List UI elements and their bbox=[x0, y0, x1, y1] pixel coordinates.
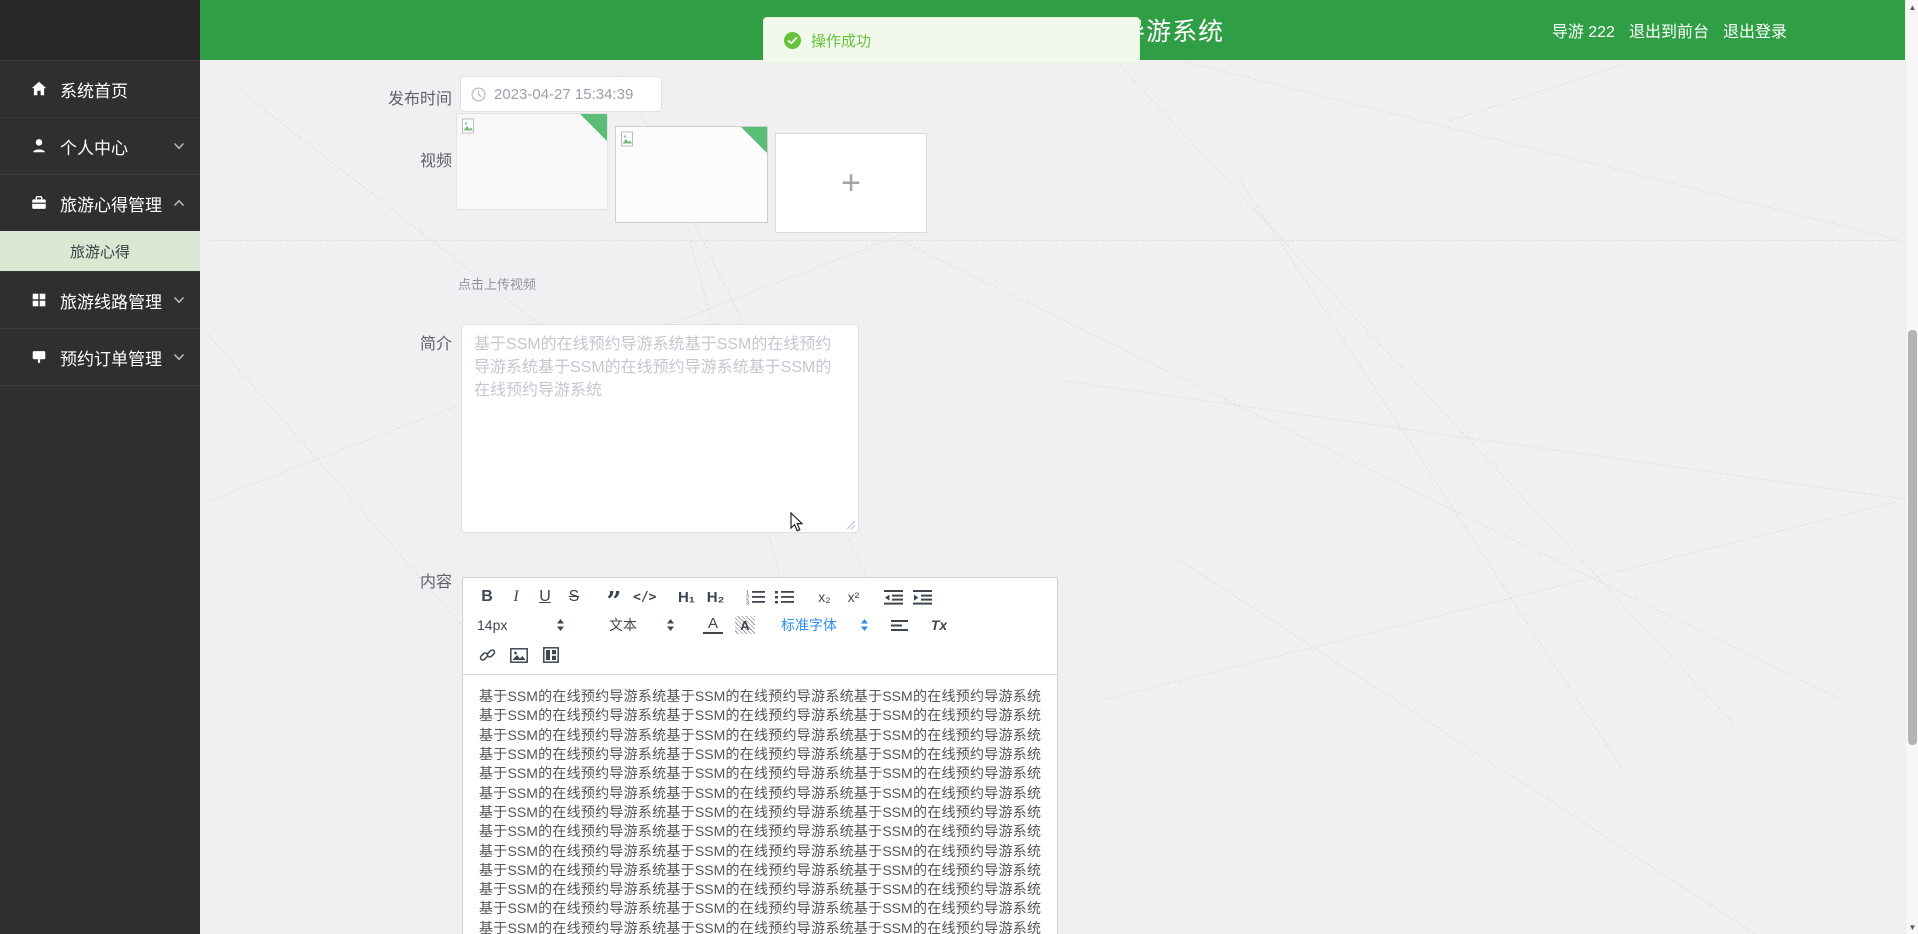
content-label: 内容 bbox=[419, 574, 452, 591]
briefcase-icon bbox=[32, 195, 46, 209]
intro-text: 基于SSM的在线预约导游系统基于SSM的在线预约导游系统基于SSM的在线预约导游… bbox=[474, 336, 832, 400]
sidebar-item-profile[interactable]: 个人中心 bbox=[0, 117, 200, 174]
video-upload-button[interactable]: + bbox=[775, 133, 927, 233]
sidebar-item-orders-manage[interactable]: 预约订单管理 bbox=[0, 328, 200, 385]
subscript-button[interactable]: x₂ bbox=[814, 586, 834, 608]
updown-arrow-icon bbox=[861, 619, 868, 631]
sidebar-item-home[interactable]: 系统首页 bbox=[0, 60, 200, 117]
strikethrough-button[interactable]: S bbox=[564, 586, 584, 608]
broken-image-icon bbox=[621, 131, 633, 147]
bullet-list-icon[interactable] bbox=[774, 586, 794, 608]
video-label: 视频 bbox=[419, 153, 452, 170]
deco-line bbox=[1239, 180, 1622, 768]
font-family-select[interactable]: 标准字体 bbox=[781, 615, 869, 635]
broken-image-icon bbox=[462, 118, 474, 134]
upload-video-hint[interactable]: 点击上传视频 bbox=[458, 274, 536, 293]
bold-button[interactable]: B bbox=[477, 586, 497, 608]
grid-icon bbox=[32, 293, 46, 307]
updown-arrow-icon bbox=[667, 619, 674, 631]
heading1-button[interactable]: H₁ bbox=[676, 586, 696, 608]
upload-success-wedge bbox=[580, 114, 607, 141]
nav-exit-to-front-link[interactable]: 退出到前台 bbox=[1629, 18, 1709, 42]
scrollbar-thumb[interactable] bbox=[1908, 330, 1917, 745]
clear-format-button[interactable]: Tx bbox=[929, 614, 949, 636]
underline-button[interactable]: U bbox=[535, 586, 555, 608]
chevron-down-icon bbox=[174, 143, 184, 150]
nav-logout-link[interactable]: 退出登录 bbox=[1723, 18, 1787, 42]
sidebar-subitem-notes-active[interactable]: 旅游心得 bbox=[0, 231, 200, 271]
sidebar-item-label: 系统首页 bbox=[60, 81, 128, 101]
scroll-up-icon[interactable]: ▲ bbox=[1906, 0, 1918, 14]
editor-toolbar: B I U S ” </> H₁ H₂ 123 x₂ x² 14px 文本 A … bbox=[463, 578, 1057, 675]
sidebar-item-label: 个人中心 bbox=[60, 138, 128, 158]
indent-icon[interactable] bbox=[912, 586, 932, 608]
sidebar-item-routes-manage[interactable]: 旅游线路管理 bbox=[0, 271, 200, 328]
clock-icon bbox=[471, 86, 486, 102]
video-thumbnail[interactable] bbox=[615, 126, 768, 223]
sidebar-item-notes-manage[interactable]: 旅游心得管理 bbox=[0, 174, 200, 231]
chevron-down-icon bbox=[174, 354, 184, 361]
header-nav: 导游 222 退出到前台 退出登录 bbox=[1552, 0, 1787, 60]
publish-time-label: 发布时间 bbox=[387, 91, 452, 108]
italic-button[interactable]: I bbox=[506, 586, 526, 608]
video-icon[interactable] bbox=[541, 644, 561, 666]
updown-arrow-icon bbox=[557, 619, 564, 631]
publish-time-value: 2023-04-27 15:34:39 bbox=[494, 85, 634, 103]
intro-textarea[interactable]: 基于SSM的在线预约导游系统基于SSM的在线预约导游系统基于SSM的在线预约导游… bbox=[461, 324, 859, 533]
font-family-value: 标准字体 bbox=[781, 617, 837, 633]
deco-line bbox=[1179, 560, 1818, 934]
font-size-select[interactable]: 14px bbox=[477, 617, 565, 633]
deco-line bbox=[1059, 380, 1912, 501]
sidebar-logo-area bbox=[0, 0, 200, 60]
deco-line bbox=[210, 240, 1900, 241]
order-icon bbox=[32, 351, 46, 363]
plus-icon: + bbox=[841, 164, 861, 202]
home-icon bbox=[31, 81, 47, 96]
align-left-icon[interactable] bbox=[889, 614, 909, 636]
nav-username[interactable]: 导游 222 bbox=[1552, 18, 1615, 42]
scroll-down-icon[interactable]: ▼ bbox=[1906, 920, 1918, 934]
user-icon bbox=[33, 139, 45, 153]
video-thumbnail[interactable] bbox=[456, 113, 608, 210]
paragraph-select[interactable]: 文本 bbox=[609, 615, 675, 635]
app-window: 基于SSM的在线预约导游系统 导游 222 退出到前台 退出登录 操作成功 系统… bbox=[0, 0, 1918, 934]
deco-line bbox=[1179, 60, 1899, 241]
vertical-scrollbar[interactable]: ▲ ▼ bbox=[1905, 0, 1918, 934]
svg-text:3: 3 bbox=[746, 601, 749, 606]
chevron-up-icon bbox=[174, 199, 184, 206]
resize-grip-icon[interactable] bbox=[846, 520, 856, 530]
check-circle-icon bbox=[784, 31, 801, 49]
deco-line bbox=[1099, 501, 1896, 701]
image-icon[interactable] bbox=[509, 644, 529, 666]
paragraph-value: 文本 bbox=[609, 617, 637, 633]
font-color-button[interactable]: A bbox=[703, 616, 723, 634]
ordered-list-icon[interactable]: 123 bbox=[745, 586, 765, 608]
sidebar-subitem-label: 旅游心得 bbox=[70, 243, 131, 261]
upload-success-wedge bbox=[741, 127, 767, 153]
publish-time-input[interactable]: 2023-04-27 15:34:39 bbox=[460, 76, 662, 112]
chevron-down-icon bbox=[174, 297, 184, 304]
highlight-button[interactable]: A bbox=[735, 616, 755, 634]
success-toast: 操作成功 bbox=[763, 17, 1140, 63]
sidebar-item-label: 旅游线路管理 bbox=[60, 292, 162, 312]
rich-text-editor: B I U S ” </> H₁ H₂ 123 x₂ x² 14px 文本 A … bbox=[462, 577, 1058, 934]
heading2-button[interactable]: H₂ bbox=[705, 586, 725, 608]
sidebar: 系统首页 个人中心 旅游心得管理 旅游心得 旅游线路管理 预约订单管理 bbox=[0, 0, 200, 934]
sidebar-item-label: 预约订单管理 bbox=[60, 349, 162, 369]
font-size-value: 14px bbox=[477, 617, 508, 633]
deco-line bbox=[1119, 65, 1735, 725]
link-icon[interactable] bbox=[477, 644, 497, 666]
intro-label: 简介 bbox=[419, 336, 452, 353]
blockquote-button[interactable]: ” bbox=[604, 586, 624, 615]
sidebar-item-label: 旅游心得管理 bbox=[60, 195, 162, 215]
code-button[interactable]: </> bbox=[633, 586, 656, 608]
editor-content[interactable]: 基于SSM的在线预约导游系统基于SSM的在线预约导游系统基于SSM的在线预约导游… bbox=[463, 675, 1057, 934]
sidebar-divider bbox=[0, 385, 200, 386]
outdent-icon[interactable] bbox=[883, 586, 903, 608]
toast-message: 操作成功 bbox=[811, 32, 872, 50]
superscript-button[interactable]: x² bbox=[843, 586, 863, 608]
